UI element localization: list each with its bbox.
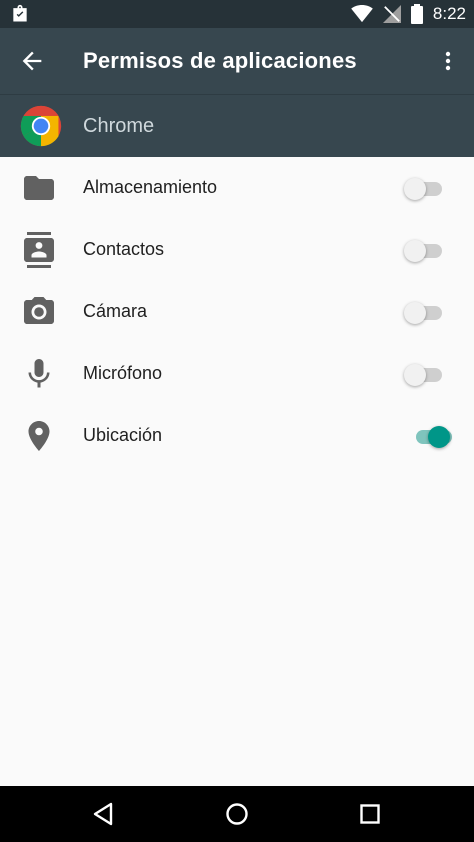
back-nav-icon[interactable] <box>89 800 117 828</box>
contacts-icon <box>24 232 54 268</box>
recents-nav-icon[interactable] <box>356 800 384 828</box>
app-header: Chrome <box>0 94 474 157</box>
location-toggle[interactable] <box>404 424 452 448</box>
no-signal-icon <box>382 5 401 23</box>
permission-row-storage[interactable]: Almacenamiento <box>0 157 474 219</box>
microphone-icon <box>28 359 50 388</box>
permission-label: Micrófono <box>83 363 163 383</box>
microphone-toggle[interactable] <box>404 362 446 386</box>
permission-label: Cámara <box>83 301 148 321</box>
toggle-thumb <box>404 240 426 262</box>
status-icons: 8:22 <box>351 0 466 28</box>
app-name: Chrome <box>83 115 155 137</box>
status-time: 8:22 <box>432 4 466 23</box>
chrome-logo-icon <box>20 105 62 147</box>
contacts-toggle[interactable] <box>404 238 446 262</box>
app-bar: Permisos de aplicaciones <box>0 28 474 94</box>
permission-row-microphone[interactable]: Micrófono <box>0 343 474 405</box>
battery-icon <box>410 4 423 24</box>
permission-label: Ubicación <box>83 425 163 445</box>
page-title: Permisos de aplicaciones <box>83 48 357 73</box>
permission-label: Almacenamiento <box>83 177 218 197</box>
permission-row-camera[interactable]: Cámara <box>0 281 474 343</box>
permission-label: Contactos <box>83 239 165 259</box>
back-arrow-icon[interactable] <box>18 47 46 75</box>
location-icon <box>28 421 50 451</box>
navigation-bar <box>0 786 474 842</box>
more-options-icon[interactable] <box>436 48 460 74</box>
home-nav-icon[interactable] <box>223 800 251 828</box>
shopping-bag-notification-icon <box>13 4 27 22</box>
toggle-thumb <box>428 426 450 448</box>
permission-row-location[interactable]: Ubicación <box>0 405 474 467</box>
camera-toggle[interactable] <box>404 300 446 324</box>
permission-row-contacts[interactable]: Contactos <box>0 219 474 281</box>
toggle-thumb <box>404 302 426 324</box>
status-bar: 8:22 <box>0 0 474 28</box>
folder-icon <box>24 176 54 200</box>
storage-toggle[interactable] <box>404 176 446 200</box>
toggle-thumb <box>404 364 426 386</box>
permissions-list: Almacenamiento Contactos Cámara Micrófon… <box>0 157 474 467</box>
toggle-thumb <box>404 178 426 200</box>
wifi-icon <box>351 5 373 23</box>
camera-icon <box>24 297 54 324</box>
